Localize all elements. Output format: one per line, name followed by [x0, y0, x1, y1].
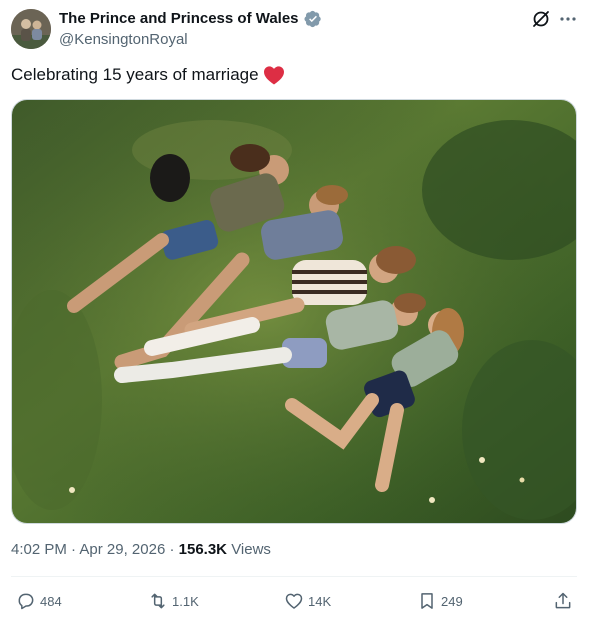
meta-separator-2: ·: [169, 541, 175, 558]
bookmark-icon: [421, 593, 433, 609]
repost-count: 1.1K: [172, 593, 199, 609]
repost-icon: [151, 593, 165, 609]
bookmark-button[interactable]: 249: [417, 588, 463, 614]
author-name-row: The Prince and Princess of Wales: [59, 10, 322, 28]
tweet-time[interactable]: 4:02 PM: [11, 541, 67, 558]
tweet-date[interactable]: Apr 29, 2026: [79, 541, 165, 558]
tweet-meta: 4:02 PM · Apr 29, 2026 · 156.3K Views: [11, 540, 271, 560]
meta-separator: ·: [71, 541, 77, 558]
views-count: 156.3K: [178, 541, 228, 558]
repost-button[interactable]: 1.1K: [148, 588, 199, 614]
family-photo: [12, 100, 576, 523]
more-options-icon[interactable]: [558, 9, 578, 29]
like-button[interactable]: 14K: [284, 588, 331, 614]
verified-badge-icon[interactable]: [304, 10, 322, 28]
like-count: 14K: [308, 593, 332, 609]
tweet-text: Celebrating 15 years of marriage: [11, 64, 285, 86]
share-icon: [555, 592, 571, 609]
author-handle[interactable]: @KensingtonRoyal: [59, 31, 188, 49]
reply-icon: [18, 593, 34, 610]
share-button[interactable]: [553, 588, 573, 614]
heart-emoji-icon: [263, 65, 285, 85]
reply-count: 484: [40, 593, 62, 609]
divider: [11, 576, 577, 577]
reply-button[interactable]: 484: [16, 588, 62, 614]
bookmark-count: 249: [441, 593, 463, 609]
views-label: Views: [231, 541, 271, 558]
heart-icon: [285, 593, 303, 609]
author-display-name[interactable]: The Prince and Princess of Wales: [59, 10, 299, 28]
action-bar: 484 1.1K 14K 249: [11, 588, 577, 614]
avatar-photo: [11, 9, 51, 49]
grok-icon[interactable]: [531, 9, 551, 29]
tweet-photo[interactable]: [11, 99, 577, 524]
avatar[interactable]: [11, 9, 51, 49]
tweet-text-content: Celebrating 15 years of marriage: [11, 65, 259, 84]
